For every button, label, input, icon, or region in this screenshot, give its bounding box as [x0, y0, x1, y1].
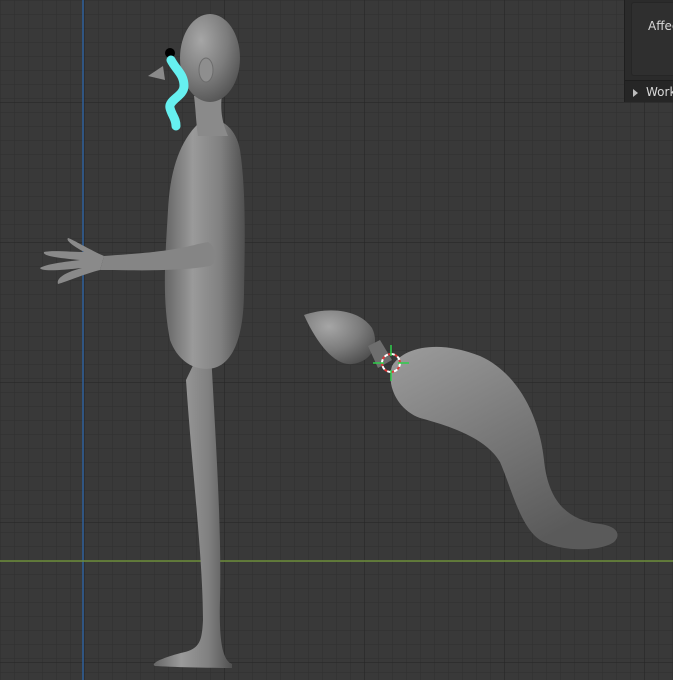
workspace-row-label: Works [646, 85, 673, 99]
affect-label: Affect [648, 19, 673, 33]
sidebar-panel: Affect Works [624, 0, 673, 102]
affect-section: Affect [631, 2, 673, 76]
3d-viewport[interactable] [0, 0, 673, 680]
workspace-row[interactable]: Works [625, 80, 673, 102]
viewport-canvas[interactable] [0, 0, 673, 680]
triangle-right-icon[interactable] [633, 89, 638, 97]
